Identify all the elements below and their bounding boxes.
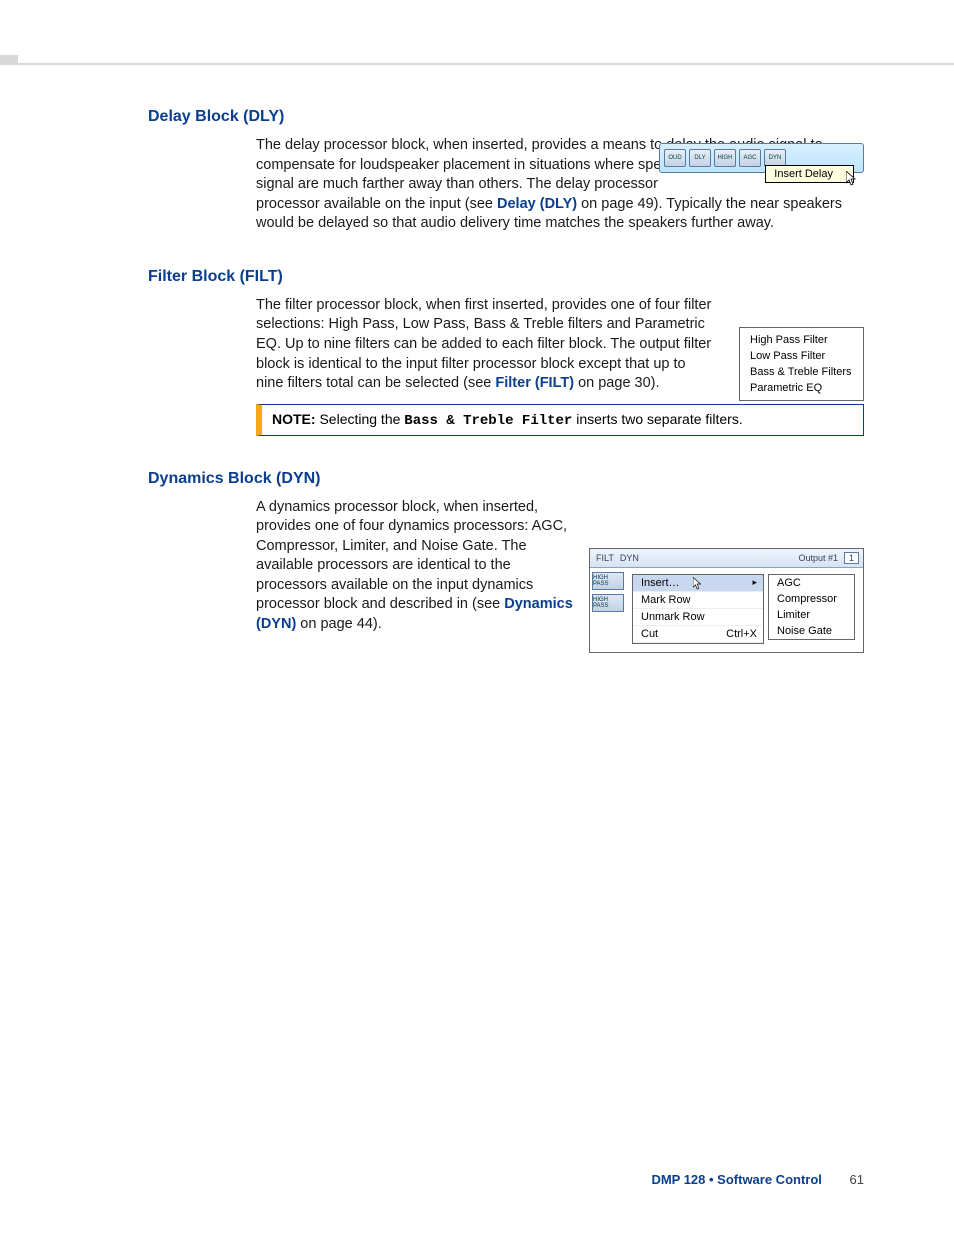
submenu-item-noise-gate[interactable]: Noise Gate	[769, 623, 854, 639]
menu-insert[interactable]: Insert… ▸	[633, 575, 763, 592]
body-dynamics: A dynamics processor block, when inserte…	[256, 498, 576, 635]
xref-delay[interactable]: Delay (DLY)	[497, 196, 577, 212]
footer: DMP 128 • Software Control 61	[651, 1172, 864, 1187]
filter-para-after: on page 30).	[574, 375, 659, 391]
footer-page-number: 61	[850, 1172, 864, 1187]
chain-node: AGC	[739, 149, 761, 167]
submenu-item-compressor[interactable]: Compressor	[769, 591, 854, 607]
xref-filter[interactable]: Filter (FILT)	[495, 375, 574, 391]
submenu-insert: AGC Compressor Limiter Noise Gate	[768, 574, 855, 640]
filter-menu-item[interactable]: Bass & Treble Filters	[740, 364, 863, 380]
context-menu: Insert… ▸ Mark Row Unmark Row Cut Ctrl+X	[632, 574, 764, 644]
figure-delay: OUD DLY HIGH AGC DYN Insert Delay	[659, 143, 864, 193]
dyn-block: HIGH PASS	[592, 594, 624, 612]
heading-filter: Filter Block (FILT)	[148, 268, 864, 286]
body-filter: The filter processor block, when first i…	[256, 296, 716, 394]
dyn-output-label: Output #1	[798, 553, 838, 563]
header-rule	[0, 63, 954, 65]
dyn-left-blocks: HIGH PASS HIGH PASS	[590, 568, 632, 612]
filter-menu-item[interactable]: Low Pass Filter	[740, 348, 863, 364]
figure-dynamics-menu: FILT DYN Output #1 1 HIGH PASS HIGH PASS…	[589, 548, 864, 653]
dyn-header-label: DYN	[620, 553, 639, 563]
note-filter: NOTE: Selecting the Bass & Treble Filter…	[256, 404, 864, 436]
footer-product: DMP 128 • Software Control	[651, 1172, 821, 1187]
menu-cut-label: Cut	[641, 628, 658, 640]
note-before: Selecting the	[319, 411, 404, 427]
figure-filter-menu: High Pass Filter Low Pass Filter Bass & …	[739, 327, 864, 401]
submenu-item-agc[interactable]: AGC	[769, 575, 854, 591]
heading-dynamics: Dynamics Block (DYN)	[148, 470, 864, 488]
note-mono: Bass & Treble Filter	[404, 413, 572, 429]
chain-node: OUD	[664, 149, 686, 167]
filter-menu-item[interactable]: Parametric EQ	[740, 380, 863, 396]
menu-unmark-row[interactable]: Unmark Row	[633, 609, 763, 626]
menu-cut[interactable]: Cut Ctrl+X	[633, 626, 763, 643]
chain-node: DLY	[689, 149, 711, 167]
filter-menu-item[interactable]: High Pass Filter	[740, 332, 863, 348]
menu-mark-row[interactable]: Mark Row	[633, 592, 763, 609]
chain-node: HIGH	[714, 149, 736, 167]
note-after: inserts two separate filters.	[572, 411, 742, 427]
heading-delay: Delay Block (DLY)	[148, 108, 864, 126]
dyn-para-after: on page 44).	[296, 616, 381, 632]
submenu-item-limiter[interactable]: Limiter	[769, 607, 854, 623]
dyn-header: FILT DYN Output #1 1	[590, 549, 863, 568]
note-label: NOTE:	[272, 411, 316, 427]
page: Delay Block (DLY) The delay processor bl…	[0, 0, 954, 1235]
dyn-badge: 1	[844, 552, 859, 564]
menu-cut-shortcut: Ctrl+X	[726, 628, 757, 640]
dyn-block: HIGH PASS	[592, 572, 624, 590]
dyn-header-label: FILT	[596, 553, 614, 563]
cursor-icon	[846, 171, 858, 187]
cursor-icon	[693, 577, 703, 591]
submenu-arrow-icon: ▸	[752, 577, 757, 588]
menu-insert-label: Insert…	[641, 577, 680, 589]
tooltip-insert-delay: Insert Delay	[765, 165, 854, 183]
